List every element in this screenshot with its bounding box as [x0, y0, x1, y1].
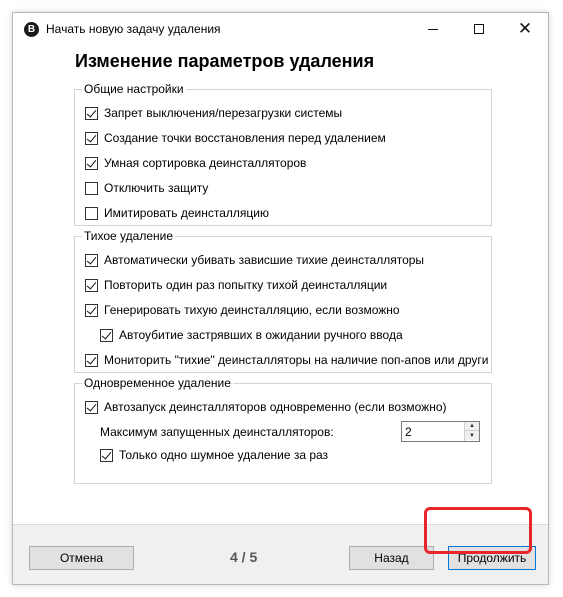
- checkbox-monitor-popups[interactable]: Мониторить "тихие" деинсталляторы на нал…: [85, 353, 489, 367]
- checkbox-label: Отключить защиту: [104, 181, 209, 195]
- close-icon: ✕: [517, 18, 533, 39]
- app-logo-icon: B: [24, 22, 39, 37]
- checkbox-box[interactable]: [100, 328, 113, 342]
- checkbox-autostart-concurrent[interactable]: Автозапуск деинсталляторов одновременно …: [85, 400, 447, 414]
- checkbox-kill-hung[interactable]: Автоматически убивать зависшие тихие деи…: [85, 253, 424, 267]
- checkbox-box[interactable]: [85, 303, 98, 317]
- checkbox-box[interactable]: [85, 156, 98, 170]
- checkbox-label: Автоубитие застрявших в ожидании ручного…: [119, 328, 403, 342]
- checkbox-simulate[interactable]: Имитировать деинсталляцию: [85, 206, 269, 220]
- stepper-down-icon[interactable]: ▼: [465, 431, 479, 440]
- close-button[interactable]: ✕: [502, 13, 548, 45]
- checkbox-box[interactable]: [100, 448, 113, 462]
- checkbox-generate-quiet[interactable]: Генерировать тихую деинсталляцию, если в…: [85, 303, 400, 317]
- checkbox-box[interactable]: [85, 400, 98, 414]
- max-uninstallers-value[interactable]: 2: [405, 425, 412, 439]
- checkbox-label: Автозапуск деинсталляторов одновременно …: [104, 400, 447, 414]
- stepper-up-icon[interactable]: ▲: [465, 422, 479, 431]
- checkbox-box[interactable]: [85, 131, 98, 145]
- checkbox-box[interactable]: [85, 353, 98, 367]
- dialog-footer: Отмена 4 / 5 Назад Продолжить: [13, 524, 548, 584]
- minimize-icon: [428, 28, 438, 30]
- checkbox-label: Повторить один раз попытку тихой деинста…: [104, 278, 388, 292]
- minimize-button[interactable]: [410, 13, 456, 45]
- max-uninstallers-label: Максимум запущенных деинсталляторов:: [100, 425, 334, 439]
- back-button[interactable]: Назад: [349, 546, 434, 570]
- group-title-concurrent: Одновременное удаление: [82, 376, 233, 390]
- checkbox-retry-quiet[interactable]: Повторить один раз попытку тихой деинста…: [85, 278, 387, 292]
- checkbox-label: Генерировать тихую деинсталляцию, если в…: [104, 303, 400, 317]
- dialog-window: B Начать новую задачу удаления ✕ Изменен…: [12, 12, 549, 585]
- window-title: Начать новую задачу удаления: [46, 22, 221, 36]
- page-indicator: 4 / 5: [230, 549, 258, 565]
- checkbox-label: Автоматически убивать зависшие тихие деи…: [104, 253, 425, 267]
- checkbox-label: Умная сортировка деинсталляторов: [104, 156, 307, 170]
- group-title-quiet: Тихое удаление: [82, 229, 176, 243]
- group-title-general: Общие настройки: [82, 82, 186, 96]
- checkbox-label: Создание точки восстановления перед удал…: [104, 131, 386, 145]
- title-bar: B Начать новую задачу удаления ✕: [13, 13, 548, 45]
- stepper-buttons: ▲ ▼: [464, 422, 479, 441]
- continue-button[interactable]: Продолжить: [448, 546, 536, 570]
- group-general-settings: Общие настройки Запрет выключения/переза…: [74, 82, 492, 226]
- checkbox-block-shutdown[interactable]: Запрет выключения/перезагрузки системы: [85, 106, 342, 120]
- checkbox-label: Мониторить "тихие" деинсталляторы на нал…: [104, 353, 489, 367]
- checkbox-restore-point[interactable]: Создание точки восстановления перед удал…: [85, 131, 386, 145]
- page-title: Изменение параметров удаления: [75, 51, 375, 71]
- checkbox-smart-sort[interactable]: Умная сортировка деинсталляторов: [85, 156, 306, 170]
- cancel-button[interactable]: Отмена: [29, 546, 134, 570]
- checkbox-single-noisy[interactable]: Только одно шумное удаление за раз: [100, 448, 328, 462]
- checkbox-box[interactable]: [85, 206, 98, 220]
- checkbox-auto-kill-stuck[interactable]: Автоубитие застрявших в ожидании ручного…: [100, 328, 403, 342]
- max-uninstallers-stepper[interactable]: 2 ▲ ▼: [401, 421, 480, 442]
- maximize-button[interactable]: [456, 13, 502, 45]
- checkbox-disable-protection[interactable]: Отключить защиту: [85, 181, 208, 195]
- checkbox-label: Имитировать деинсталляцию: [104, 206, 269, 220]
- checkbox-label: Только одно шумное удаление за раз: [119, 448, 329, 462]
- group-concurrent-uninstall: Одновременное удаление Автозапуск деинст…: [74, 376, 492, 484]
- group-quiet-uninstall: Тихое удаление Автоматически убивать зав…: [74, 229, 492, 373]
- maximize-icon: [474, 24, 484, 34]
- checkbox-box[interactable]: [85, 278, 98, 292]
- checkbox-box[interactable]: [85, 253, 98, 267]
- checkbox-label: Запрет выключения/перезагрузки системы: [104, 106, 343, 120]
- checkbox-box[interactable]: [85, 181, 98, 195]
- checkbox-box[interactable]: [85, 106, 98, 120]
